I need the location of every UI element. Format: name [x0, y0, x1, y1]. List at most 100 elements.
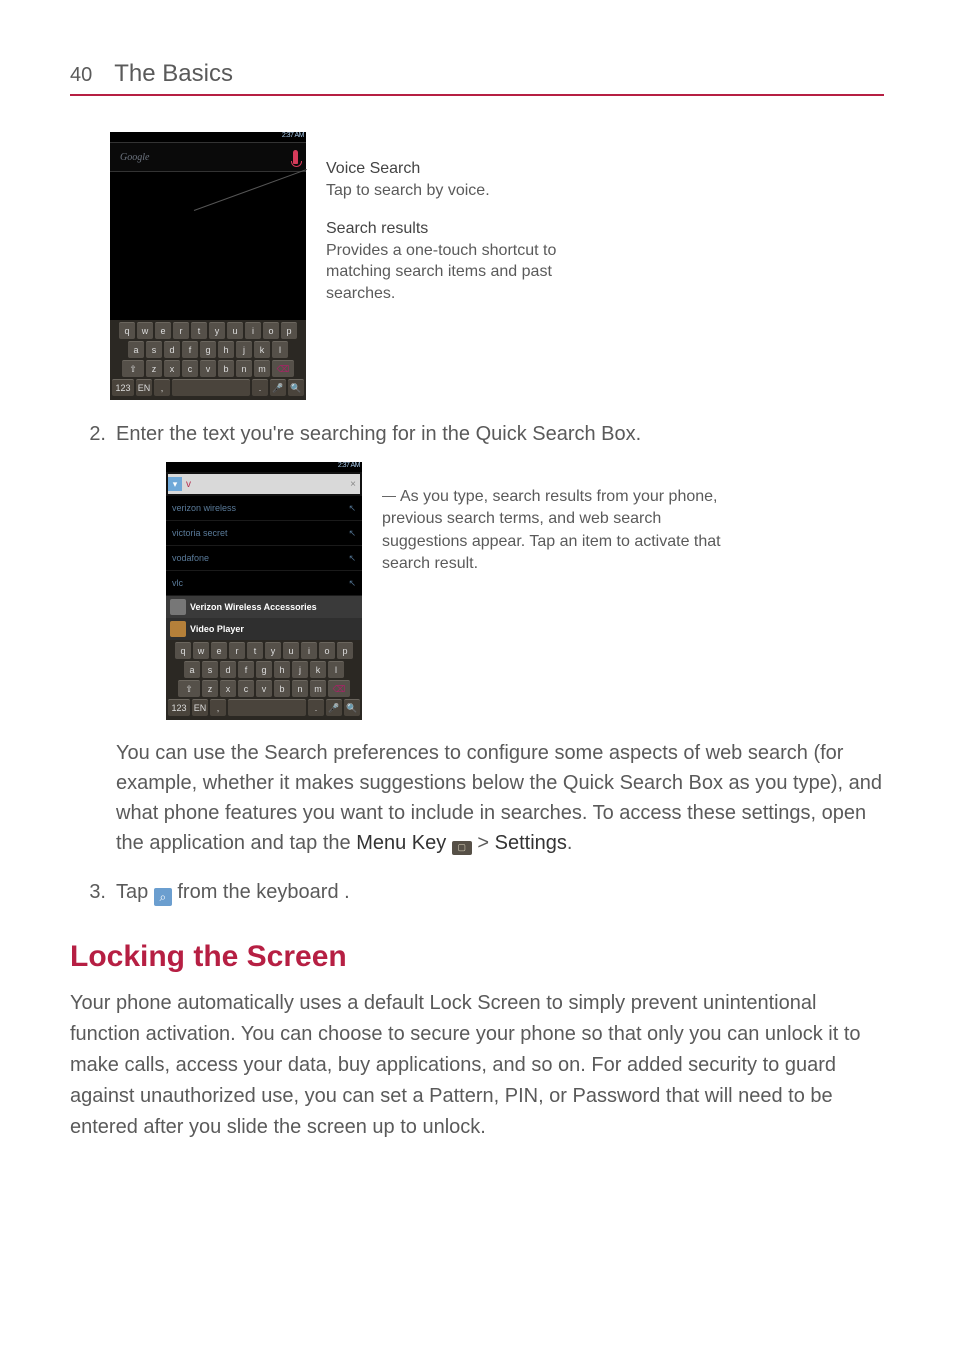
- page-number: 40: [70, 64, 92, 87]
- list-item: verizon wireless↖: [166, 496, 362, 521]
- key: a: [184, 661, 200, 678]
- space-key: [228, 699, 306, 716]
- list-item: vlc↖: [166, 571, 362, 596]
- callout-line: [382, 496, 396, 497]
- locking-paragraph: Your phone automatically uses a default …: [70, 988, 884, 1143]
- key: z: [146, 360, 162, 377]
- menu-key-icon: ▢: [452, 841, 472, 855]
- key: a: [128, 341, 144, 358]
- search-placeholder: Google: [114, 152, 293, 163]
- key: w: [137, 322, 153, 339]
- key: v: [256, 680, 272, 697]
- list-item: victoria secret↖: [166, 521, 362, 546]
- clear-icon: ×: [346, 479, 360, 490]
- step-3: 3. Tap ⌕ from the keyboard .: [70, 878, 884, 906]
- lang-key: EN: [136, 379, 152, 396]
- key: r: [173, 322, 189, 339]
- callouts-1: Voice Search Tap to search by voice. Sea…: [326, 132, 606, 322]
- key: n: [292, 680, 308, 697]
- search-preferences-para: You can use the Search preferences to co…: [116, 738, 884, 858]
- key: t: [247, 642, 263, 659]
- key: c: [238, 680, 254, 697]
- search-key: 🔍: [288, 379, 304, 396]
- key: b: [218, 360, 234, 377]
- comma-key: ,: [154, 379, 170, 396]
- key: j: [236, 341, 252, 358]
- keyboard: q w e r t y u i o p a s d f g h: [110, 320, 306, 400]
- phone-screenshot-2: 2:37 AM ▾ v × verizon wireless↖ victoria…: [166, 462, 362, 720]
- key: i: [245, 322, 261, 339]
- key: t: [191, 322, 207, 339]
- shift-key: ⇧: [122, 360, 144, 377]
- callout-text: As you type, search results from your ph…: [382, 488, 721, 572]
- figure-search-typing: 2:37 AM ▾ v × verizon wireless↖ victoria…: [110, 462, 884, 720]
- mic-key: 🎤: [270, 379, 286, 396]
- app-suggestion: Verizon Wireless Accessories: [166, 596, 362, 618]
- key: s: [202, 661, 218, 678]
- mic-icon: [293, 150, 298, 164]
- key: d: [164, 341, 180, 358]
- search-key: 🔍: [344, 699, 360, 716]
- comma-key: ,: [210, 699, 226, 716]
- separator: >: [477, 832, 494, 854]
- key: h: [274, 661, 290, 678]
- num-key: 123: [112, 379, 134, 396]
- key: c: [182, 360, 198, 377]
- key: y: [209, 322, 225, 339]
- key: e: [211, 642, 227, 659]
- period-key: .: [252, 379, 268, 396]
- num-key: 123: [168, 699, 190, 716]
- period: .: [567, 832, 573, 854]
- key: k: [310, 661, 326, 678]
- key: q: [119, 322, 135, 339]
- page: 40 The Basics 2:37 AM Google q w e r t: [0, 0, 954, 1203]
- key: y: [265, 642, 281, 659]
- app-icon: [170, 599, 186, 615]
- search-box: ▾ v ×: [168, 474, 360, 494]
- key: p: [337, 642, 353, 659]
- list-item: vodafone↖: [166, 546, 362, 571]
- key: q: [175, 642, 191, 659]
- key: o: [319, 642, 335, 659]
- page-title: The Basics: [114, 60, 233, 88]
- key: x: [164, 360, 180, 377]
- key: x: [220, 680, 236, 697]
- lang-key: EN: [192, 699, 208, 716]
- locking-heading: Locking the Screen: [70, 940, 884, 974]
- key: n: [236, 360, 252, 377]
- key: i: [301, 642, 317, 659]
- phone-screenshot-1: 2:37 AM Google q w e r t y u i o: [110, 132, 306, 400]
- status-time: 2:37 AM: [282, 132, 304, 139]
- key: p: [281, 322, 297, 339]
- key: f: [182, 341, 198, 358]
- key: b: [274, 680, 290, 697]
- key: h: [218, 341, 234, 358]
- shift-key: ⇧: [178, 680, 200, 697]
- key: u: [227, 322, 243, 339]
- dropdown-icon: ▾: [168, 477, 182, 491]
- status-time: 2:37 AM: [338, 462, 360, 469]
- step-text: Enter the text you're searching for in t…: [116, 420, 884, 448]
- key: u: [283, 642, 299, 659]
- search-results-body: Provides a one-touch shortcut to matchin…: [326, 240, 606, 305]
- figure-voice-search: 2:37 AM Google q w e r t y u i o: [110, 132, 884, 400]
- app-suggestion: Video Player: [166, 618, 362, 640]
- voice-search-title: Voice Search: [326, 160, 606, 178]
- key: v: [200, 360, 216, 377]
- key: l: [328, 661, 344, 678]
- keyboard: q w e r t y u i o p a s d f g h: [166, 640, 362, 720]
- voice-search-body: Tap to search by voice.: [326, 180, 606, 202]
- step-2: 2. Enter the text you're searching for i…: [70, 420, 884, 448]
- period-key: .: [308, 699, 324, 716]
- key: w: [193, 642, 209, 659]
- key: o: [263, 322, 279, 339]
- delete-key: ⌫: [328, 680, 350, 697]
- key: g: [200, 341, 216, 358]
- step-text-before: Tap: [116, 881, 154, 903]
- key: s: [146, 341, 162, 358]
- key: r: [229, 642, 245, 659]
- key: m: [310, 680, 326, 697]
- search-icon: ⌕: [154, 888, 172, 906]
- results-area: [110, 172, 306, 320]
- app-icon: [170, 621, 186, 637]
